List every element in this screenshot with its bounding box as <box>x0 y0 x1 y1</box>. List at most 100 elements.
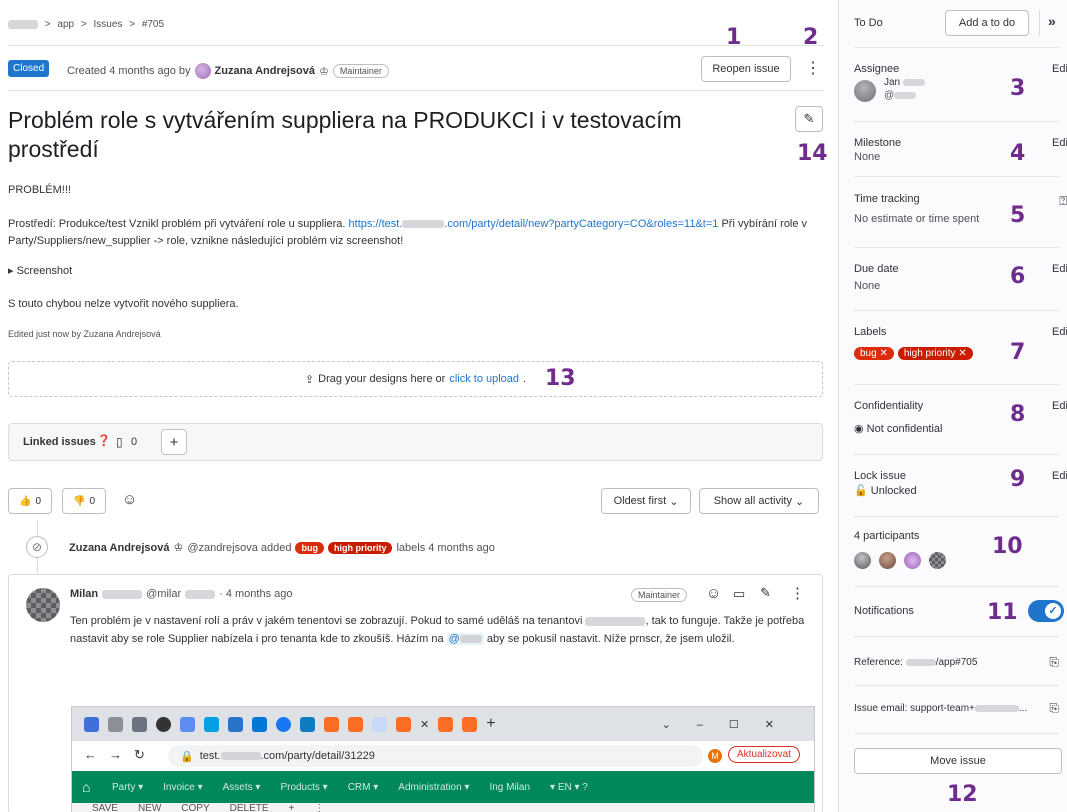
add-todo-button[interactable]: Add a to do <box>945 10 1029 36</box>
notifications-toggle[interactable]: ✓ <box>1028 600 1064 622</box>
redacted <box>894 91 917 99</box>
activity-filter-dropdown[interactable]: Show all activity ⌄ <box>699 488 819 514</box>
participant-avatar[interactable] <box>904 552 921 569</box>
reference-prefix: Reference: <box>854 657 903 668</box>
copy-reference-icon[interactable]: ⎘ <box>1049 655 1059 670</box>
thumbs-up-icon: 👍 <box>18 495 32 507</box>
dropzone-dot: . <box>523 373 527 385</box>
nav-item: Products ▾ <box>280 781 328 793</box>
comment-text: Ten problém je v nastavení rolí a práv v… <box>70 615 583 627</box>
author-name[interactable]: Zuzana Andrejsová <box>215 65 315 77</box>
thumbs-up-button[interactable]: 👍 0 <box>8 488 52 514</box>
breadcrumb-app[interactable]: app <box>57 19 74 30</box>
role-badge: Maintainer <box>332 64 389 78</box>
screenshot-details[interactable]: ▸ Screenshot <box>8 263 72 280</box>
details-label[interactable]: Screenshot <box>17 265 73 277</box>
time-tracking-heading: Time tracking <box>854 193 920 205</box>
reference-text: /app#705 <box>935 657 978 668</box>
tab-favicon <box>324 716 339 732</box>
unlock-icon: 🔓 <box>854 485 868 497</box>
redacted <box>220 752 261 760</box>
thumbs-up-count: 0 <box>35 495 41 507</box>
collapse-sidebar-icon[interactable]: » <box>1048 13 1056 29</box>
edit-due-date-link[interactable]: Edit <box>1052 263 1067 275</box>
link-part[interactable]: .com/party/detail/new?partyCategory=CO&r… <box>444 218 718 230</box>
tab-favicon <box>180 716 195 732</box>
url-text: test. <box>199 750 221 762</box>
assignee-heading: Assignee <box>854 63 900 75</box>
confidentiality-heading: Confidentiality <box>854 400 924 412</box>
participant-avatar[interactable] <box>929 552 946 569</box>
edit-title-button[interactable]: ✎ <box>795 106 823 132</box>
note-author[interactable]: Zuzana Andrejsová <box>69 542 169 554</box>
help-icon[interactable]: ❓ <box>97 434 111 447</box>
participant-avatar[interactable] <box>879 552 896 569</box>
divider <box>854 454 1059 455</box>
check-icon: ✓ <box>1045 603 1061 619</box>
help-icon[interactable]: ⍰ <box>1059 193 1067 209</box>
upload-link[interactable]: click to upload <box>449 373 519 385</box>
breadcrumb-issues[interactable]: Issues <box>94 19 123 30</box>
breadcrumb-issue-id[interactable]: #705 <box>142 19 164 30</box>
add-reaction-icon[interactable]: ☺ <box>706 585 721 602</box>
reopen-issue-button[interactable]: Reopen issue <box>701 56 791 82</box>
assignee-avatar[interactable] <box>854 80 876 102</box>
milestone-heading: Milestone <box>854 137 902 149</box>
edit-lock-link[interactable]: Edit <box>1052 470 1067 482</box>
divider <box>854 176 1059 177</box>
annotation-6: 6 <box>1010 264 1026 289</box>
tab-favicon <box>438 716 454 732</box>
more-actions-icon[interactable]: ⋮ <box>805 58 821 78</box>
pencil-icon: ✎ <box>803 111 815 126</box>
window-controls: ⌄–☐✕ <box>661 718 800 731</box>
assignee-name[interactable]: Jan <box>884 77 925 88</box>
nav-item: ▾ EN ▾ ? <box>550 781 588 793</box>
reply-icon[interactable]: ▭ <box>733 586 745 602</box>
attached-screenshot[interactable]: ✕ + ⌄–☐✕ ←→↻ 🔒 test. .com/party/detail/31… <box>71 706 815 812</box>
edit-confidentiality-link[interactable]: Edit <box>1052 400 1067 412</box>
comment-card: Milan @milar · 4 months ago Maintainer ☺… <box>8 574 823 812</box>
sort-order-dropdown[interactable]: Oldest first ⌄ <box>601 488 691 514</box>
commenter-avatar[interactable] <box>26 588 60 622</box>
edit-assignee-link[interactable]: Edit <box>1052 63 1067 75</box>
assignee-at: @ <box>884 90 895 101</box>
comment-text: , tak to funguje. Takže je <box>645 615 764 627</box>
comment-time[interactable]: · 4 months ago <box>219 588 292 600</box>
label-bug[interactable]: bug ✕ <box>854 347 894 360</box>
due-date-heading: Due date <box>854 263 899 275</box>
body-link[interactable]: https://test. .com/party/detail/new?party… <box>349 218 719 230</box>
pencil-icon[interactable]: ✎ <box>760 585 771 601</box>
label-high-priority[interactable]: high priority <box>327 541 393 554</box>
copy-email-icon[interactable]: ⎘ <box>1049 701 1059 716</box>
author-avatar[interactable] <box>194 63 211 79</box>
add-reaction-icon[interactable]: ☺ <box>122 491 137 508</box>
role-badge: Maintainer <box>631 588 688 602</box>
label-high-priority[interactable]: high priority ✕ <box>897 347 973 360</box>
move-issue-button[interactable]: Move issue <box>854 748 1062 774</box>
annotation-8: 8 <box>1010 402 1026 427</box>
divider <box>854 247 1059 248</box>
status-badge: Closed <box>8 60 50 77</box>
divider <box>854 384 1059 385</box>
body-text: Prostředí: Produkce/test Vznikl problém … <box>8 218 346 230</box>
participants-heading: 4 participants <box>854 530 920 542</box>
label-text: high priority <box>903 348 956 359</box>
more-actions-icon[interactable]: ⋮ <box>790 584 805 602</box>
comment-author[interactable]: Milan <box>70 588 98 600</box>
edit-milestone-link[interactable]: Edit <box>1052 137 1067 149</box>
add-linked-issue-button[interactable]: + <box>161 429 187 455</box>
thumbs-down-button[interactable]: 👎 0 <box>62 488 106 514</box>
label-bug[interactable]: bug <box>295 541 324 554</box>
body-text: Při <box>721 218 735 230</box>
user-mention[interactable]: @ <box>446 633 484 645</box>
tab-favicon <box>462 716 478 732</box>
breadcrumb-group[interactable] <box>8 19 38 29</box>
body-paragraph: Prostředí: Produkce/test Vznikl problém … <box>8 216 808 250</box>
annotation-5: 5 <box>1010 203 1026 228</box>
link-part[interactable]: https://test. <box>349 218 403 230</box>
mention-at[interactable]: @ <box>449 633 460 645</box>
participant-avatar[interactable] <box>854 552 871 569</box>
edit-labels-link[interactable]: Edit <box>1052 326 1067 338</box>
design-dropzone[interactable]: ⇪ Drag your designs here or click to upl… <box>8 361 823 397</box>
assignee-first[interactable]: Jan <box>884 77 900 88</box>
